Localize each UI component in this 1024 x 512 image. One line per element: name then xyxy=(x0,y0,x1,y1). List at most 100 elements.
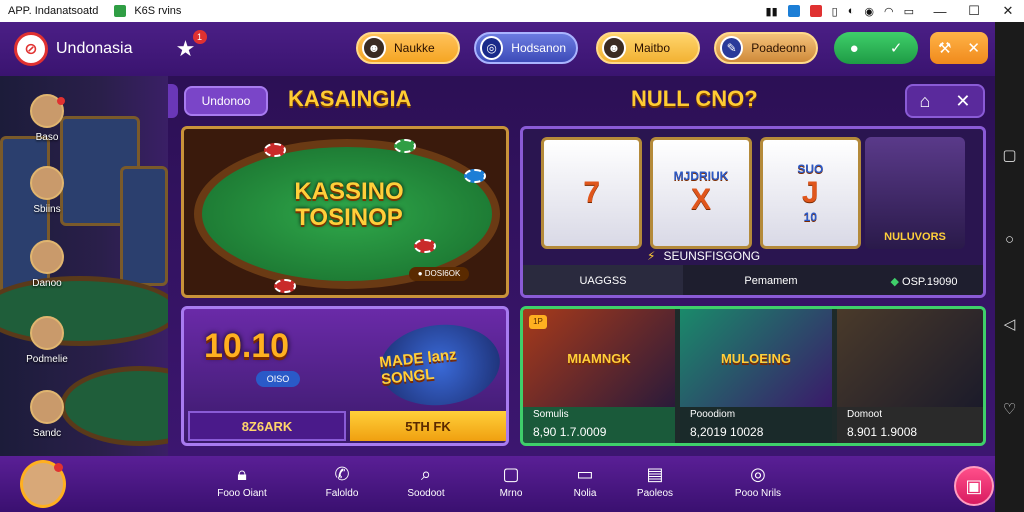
close-icon[interactable]: ✕ xyxy=(1000,3,1016,19)
header-pill-2[interactable]: ◎ Hodsanon xyxy=(474,32,578,64)
tab-scroll-handle[interactable] xyxy=(168,84,178,118)
slots-game-card[interactable]: 7 MJDRIUK X SUO J 10 NULUVORS ⚡ SEUNSFISG… xyxy=(520,126,986,298)
monitor-icon: ▭ xyxy=(576,464,594,484)
wifi-icon: ◠ xyxy=(883,5,894,18)
prize-card[interactable]: 10.10 OISO MADE lanz SONGL 8Z6ARK 5TH FK xyxy=(181,306,509,446)
games-card: 1P MIAMNGK Somulis 8,90 1.7.0009 MULOEIN… xyxy=(520,306,986,446)
game-tile-3[interactable]: Domoot 8.901 1.9008 xyxy=(837,309,983,443)
signal-icon: ▮▮ xyxy=(765,5,778,18)
shield-icon[interactable]: ♡ xyxy=(1003,400,1016,418)
nav-label: Fooo Oiant xyxy=(217,488,267,499)
sidebar-item-label: Podmelie xyxy=(26,354,68,365)
header-pill-1[interactable]: ☻ Naukke xyxy=(356,32,460,64)
home-icon[interactable]: ⌂ xyxy=(920,91,931,112)
app-blue-icon xyxy=(787,5,800,17)
sidebar-item-label: Sandc xyxy=(32,428,62,439)
recents-icon[interactable]: ▢ xyxy=(1002,146,1016,164)
tab-region[interactable]: Undonoo xyxy=(184,86,268,116)
reel-symbol: 7 xyxy=(583,176,600,209)
hot-badge: 1P xyxy=(529,315,547,329)
sidebar-item-3[interactable]: Danoo xyxy=(7,240,87,289)
slots-footer-a[interactable]: UAGGSS xyxy=(523,265,683,295)
leaf-icon: ✓ xyxy=(889,40,903,57)
game-title: Somulis xyxy=(533,409,569,420)
nav-label: Pooo Nrils xyxy=(734,488,782,499)
reel-sub: SUO xyxy=(797,162,824,176)
close-icon[interactable]: ✕ xyxy=(955,91,970,112)
status-icons: ▮▮ ▯ ◐ ◉ ◠ ▭ — ☐ ✕ xyxy=(766,3,1016,19)
sidebar-item-label: Sbiins xyxy=(33,204,61,215)
slots-footer-c[interactable]: ◆ OSP.19090 xyxy=(859,275,983,288)
nav-item-7[interactable]: ◎ Pooo Nrils xyxy=(723,462,793,499)
avatar xyxy=(30,240,64,274)
chip-icon xyxy=(414,239,436,253)
sidebar-item-2[interactable]: Sbiins xyxy=(7,166,87,215)
nav-label: Faloldo xyxy=(325,488,359,499)
sidebar-item-label: Danoo xyxy=(32,278,62,289)
header-pill-4[interactable]: ✎ Poadeonn xyxy=(714,32,818,64)
reel-symbol: X xyxy=(690,183,711,216)
location-icon: ◉ xyxy=(864,5,874,18)
notification-button[interactable]: ★ 1 xyxy=(171,30,207,64)
target-icon: ◎ xyxy=(750,464,766,484)
mega-logo: MADE lanz SONGL xyxy=(376,318,504,412)
reel-symbol: J xyxy=(801,176,819,209)
game-value: 8,2019 10028 xyxy=(690,425,764,439)
apple-icon: ● xyxy=(849,39,859,57)
back-icon[interactable]: ◁ xyxy=(1004,315,1016,333)
slot-machine-image xyxy=(120,166,168,286)
home-icon[interactable]: ○ xyxy=(1005,231,1014,248)
section-title-right: NULL CNO? xyxy=(631,86,758,111)
system-nav: ▢ ○ ◁ ♡ xyxy=(995,22,1024,512)
pill-label: Maitbo xyxy=(634,41,671,55)
avatar xyxy=(30,316,64,350)
app-header: ⊘ Undonasia ★ 1 ☻ Naukke ◎ Hodsanon ☻ Ma… xyxy=(0,22,995,76)
sidebar-item-4[interactable]: Podmelie xyxy=(7,316,87,365)
slots-footer-c-text: OSP.19090 xyxy=(902,275,958,288)
slots-caption-text: SEUNSFISGONG xyxy=(663,249,761,263)
app-indicator-icon xyxy=(114,5,127,17)
chip-icon xyxy=(264,143,286,157)
sidebar-item-1[interactable]: Baso xyxy=(7,94,87,143)
profile-avatar[interactable] xyxy=(20,460,66,508)
app-red-icon xyxy=(809,5,822,17)
app-title: APP. Indanatsoatd xyxy=(8,5,99,17)
wallet-icon: ▣ xyxy=(965,475,983,496)
sim-icon: ▯ xyxy=(831,5,838,18)
sidebar-item-label: Baso xyxy=(35,132,59,143)
nav-label: Nolia xyxy=(573,488,597,499)
orange-action-button[interactable]: ⚒ ✕ xyxy=(930,32,988,64)
brand-logo[interactable]: ⊘ xyxy=(14,32,48,66)
nav-item-1[interactable]: 🔒︎ Fooo Oiant xyxy=(207,462,277,499)
poker-game-card[interactable]: KASSINO TOSINOP ● DOSI6OK xyxy=(181,126,509,298)
nav-item-5[interactable]: ▭ Nolia xyxy=(550,462,620,499)
nav-item-4[interactable]: ▢ Mrno xyxy=(476,462,546,499)
nav-label: Paoleos xyxy=(636,488,674,499)
poker-badge: ● DOSI6OK xyxy=(409,267,469,281)
sidebar: Baso Sbiins Danoo Podmelie Sandc xyxy=(0,76,168,456)
header-pill-3[interactable]: ☻ Maitbo xyxy=(596,32,700,64)
floating-action-button[interactable]: ▣ xyxy=(954,466,994,506)
pill-label: Naukke xyxy=(394,41,435,55)
game-art: MULOEING xyxy=(680,309,832,407)
slots-footer-b[interactable]: Pemamem xyxy=(683,275,859,287)
bottom-nav: 🔒︎ Fooo Oiant ✆ Faloldo ⌕ Soodoot ▢ Mrno… xyxy=(0,456,995,512)
sidebar-item-5[interactable]: Sandc xyxy=(7,390,87,439)
game-tile-2[interactable]: MULOEING Pooodiom 8,2019 10028 xyxy=(680,309,832,443)
nav-item-3[interactable]: ⌕ Soodoot xyxy=(391,462,461,499)
green-action-button[interactable]: ● ✓ xyxy=(834,32,918,64)
brand-name: Undonasia xyxy=(56,40,133,57)
slot-reel: 7 xyxy=(541,137,643,249)
chip-icon xyxy=(274,279,296,293)
minimize-icon[interactable]: — xyxy=(932,4,948,19)
game-tile-1[interactable]: MIAMNGK Somulis 8,90 1.7.0009 xyxy=(523,309,675,443)
maximize-icon[interactable]: ☐ xyxy=(966,3,982,19)
slot-hero-image: NULUVORS xyxy=(865,137,965,249)
game-value: 8,90 1.7.0009 xyxy=(533,425,607,439)
avatar xyxy=(30,390,64,424)
nav-item-6[interactable]: ▤ Paoleos xyxy=(620,462,690,499)
nav-item-2[interactable]: ✆ Faloldo xyxy=(307,462,377,499)
prize-button-left[interactable]: 8Z6ARK xyxy=(188,411,346,441)
slot-reels: 7 MJDRIUK X SUO J 10 xyxy=(541,137,861,249)
prize-button-right[interactable]: 5TH FK xyxy=(350,411,506,441)
